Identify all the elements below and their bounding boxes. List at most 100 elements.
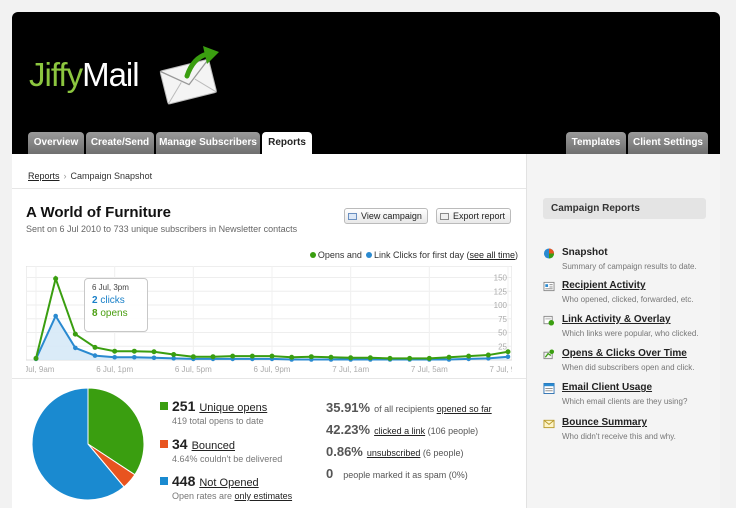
export-report-label: Export report: [453, 211, 506, 221]
breadcrumb-separator: ›: [63, 171, 67, 181]
campaign-reports-sidebar: Campaign Reports Snapshot Summary of cam…: [526, 154, 720, 508]
not-opened-link[interactable]: Not Opened: [199, 477, 258, 489]
email-client-icon: [543, 383, 555, 394]
breadcrumb-current: Campaign Snapshot: [70, 171, 153, 181]
breadcrumb-reports-link[interactable]: Reports: [28, 171, 60, 181]
opens-point: [289, 354, 295, 360]
unique-opens-link[interactable]: Unique opens: [199, 402, 267, 414]
export-report-button[interactable]: Export report: [436, 208, 512, 224]
tooltip-clicks: 2 clicks: [92, 295, 125, 306]
opens-point: [230, 353, 236, 359]
pct-clicked: 42.23% clicked a link (106 people): [326, 422, 479, 437]
x-tick-label: 6 Jul, 5pm: [175, 365, 212, 374]
app-frame: JiffyMail Overview Create/Send Manage Su…: [12, 12, 720, 508]
opens-point: [505, 349, 511, 355]
opens-point: [190, 354, 196, 360]
opens-point: [112, 348, 118, 354]
y-tick-label: 75: [498, 315, 507, 324]
not-opened-swatch: [160, 477, 168, 485]
tooltip-opens: 8 opens: [92, 308, 128, 319]
opens-point: [308, 354, 314, 360]
sidebar-item-title: Bounce Summary: [562, 417, 648, 428]
pct-unsubscribed: 0.86% unsubscribed (6 people): [326, 444, 464, 459]
address-card-icon: [543, 281, 555, 292]
opens-legend-dot: [309, 252, 316, 258]
link-overlay-icon: [543, 315, 555, 326]
y-tick-label: 25: [498, 342, 507, 351]
pct-value: 0: [326, 466, 334, 481]
pct-opened: 35.91% of all recipients opened so far: [326, 400, 492, 415]
envelope-icon: [348, 213, 357, 220]
clicks-point: [151, 355, 157, 361]
tab-overview[interactable]: Overview: [28, 132, 84, 154]
page-title: A World of Furniture: [26, 204, 171, 221]
sidebar-item-title: Link Activity & Overlay: [562, 314, 671, 325]
legend-close: ): [515, 250, 518, 260]
opens-over-time-icon: [543, 349, 555, 360]
tab-create-send[interactable]: Create/Send: [86, 132, 154, 154]
y-tick-label: 125: [494, 287, 508, 296]
see-all-time-link[interactable]: see all time: [469, 250, 515, 260]
opens-point: [328, 354, 334, 360]
clicked-a-link-link[interactable]: clicked a link: [374, 426, 425, 436]
sidebar-item-desc: When did subscribers open and click.: [562, 363, 695, 372]
opens-point: [269, 353, 275, 359]
pct-value: 42.23%: [326, 422, 371, 437]
opens-swatch: [160, 402, 168, 410]
logo-mail: Mail: [82, 56, 140, 93]
x-tick-label: 7 Jul, 9am: [490, 365, 512, 374]
opens-point: [485, 352, 491, 358]
pie-chart-icon: [543, 248, 555, 259]
recipients-pie-chart: [31, 387, 145, 501]
sidebar-item-title: Email Client Usage: [562, 382, 653, 393]
x-tick-label: 6 Jul, 9am: [26, 365, 55, 374]
y-tick-label: 50: [498, 329, 507, 338]
sidebar-item-desc: Who opened, clicked, forwarded, etc.: [562, 295, 694, 304]
opens-point: [466, 353, 472, 359]
opens-point: [446, 354, 452, 360]
sidebar-item-title: Opens & Clicks Over Time: [562, 348, 687, 359]
bounce-icon: [543, 419, 555, 429]
sidebar-item-desc: Which links were popular, who clicked.: [562, 329, 699, 338]
sidebar-item-desc: Summary of campaign results to date.: [562, 262, 697, 271]
tooltip-time: 6 Jul, 3pm: [92, 283, 129, 292]
opens-point: [53, 276, 59, 282]
chart-tooltip: 6 Jul, 3pm 2 clicks 8 opens: [84, 278, 148, 332]
opens-point: [367, 355, 373, 361]
opens-subtext: 419 total opens to date: [172, 416, 264, 426]
view-campaign-button[interactable]: View campaign: [344, 208, 428, 224]
view-campaign-label: View campaign: [361, 211, 422, 221]
tab-templates[interactable]: Templates: [566, 132, 626, 154]
opens-point: [210, 354, 216, 360]
only-estimates-link[interactable]: only estimates: [235, 491, 293, 501]
opened-so-far-link[interactable]: opened so far: [437, 404, 492, 414]
pct-spam: 0 people marked it as spam (0%): [326, 466, 468, 481]
jiffymail-logo[interactable]: JiffyMail: [29, 56, 140, 94]
opens-point: [151, 349, 157, 355]
bounced-subtext: 4.64% couldn't be delivered: [172, 454, 283, 464]
unsubscribed-link[interactable]: unsubscribed: [367, 448, 421, 458]
not-opened-subtext: Open rates are only estimates: [172, 491, 293, 501]
clicks-point: [132, 354, 137, 360]
opens-point: [92, 344, 98, 350]
pct-value: 35.91%: [326, 400, 371, 415]
x-tick-label: 6 Jul, 1pm: [96, 365, 133, 374]
opens-point: [407, 355, 413, 361]
envelope-logo-icon: [159, 46, 219, 105]
tab-client-settings[interactable]: Client Settings: [628, 132, 708, 154]
opens-point: [72, 331, 78, 337]
bounced-count: 34: [172, 436, 188, 452]
stat-bounced: 34 Bounced 4.64% couldn't be delivered: [160, 436, 282, 464]
tab-manage-subscribers[interactable]: Manage Subscribers: [156, 132, 260, 154]
sidebar-item-desc: Which email clients are they using?: [562, 397, 688, 406]
opens-point: [171, 352, 177, 357]
opens-point: [33, 355, 39, 361]
logo-jiffy: Jiffy: [29, 56, 83, 93]
tab-reports[interactable]: Reports: [262, 132, 312, 155]
legend-opens: Opens and: [317, 250, 362, 260]
sidebar-heading: Campaign Reports: [543, 198, 706, 219]
export-icon: [440, 213, 449, 220]
bounced-link[interactable]: Bounced: [192, 440, 235, 452]
x-tick-label: 7 Jul, 1am: [332, 365, 369, 374]
divider: [12, 188, 526, 189]
